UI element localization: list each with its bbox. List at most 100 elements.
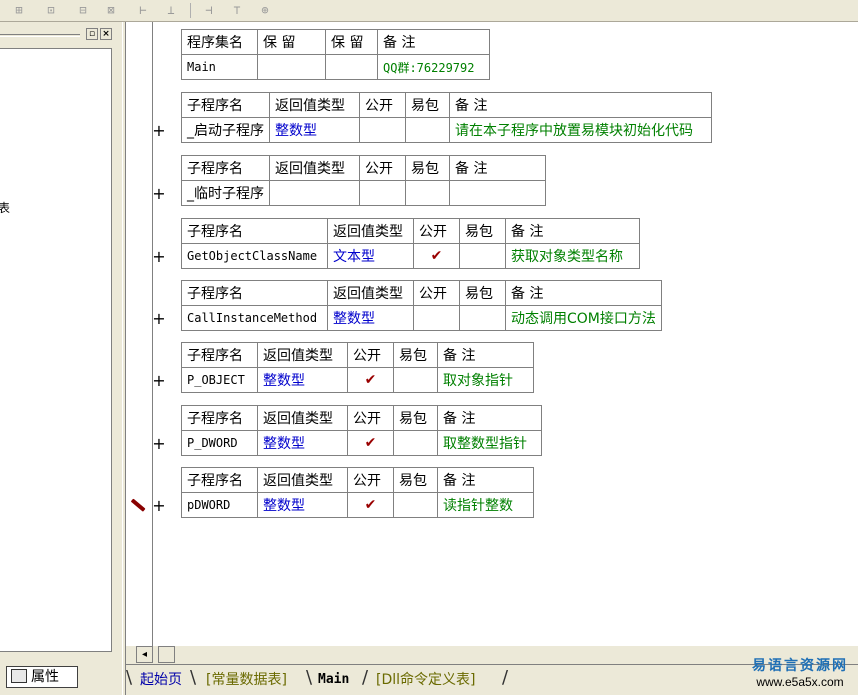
project-tree-area[interactable]: 表 xyxy=(0,48,112,652)
tab-divider: / xyxy=(362,667,369,688)
expand-icon[interactable]: + xyxy=(152,371,166,390)
subroutine-name[interactable]: P_DWORD xyxy=(181,430,258,456)
subroutine-name[interactable]: _启动子程序 xyxy=(181,117,270,143)
table-header-row: 子程序名 返回值类型 公开 易包备 注 xyxy=(181,218,640,244)
header-cell: 公开 xyxy=(413,218,460,244)
align-height-icon[interactable]: ⊥ xyxy=(160,1,182,19)
subroutine-remark[interactable] xyxy=(449,180,546,206)
return-type[interactable] xyxy=(269,180,360,206)
return-type[interactable]: 整数型 xyxy=(327,305,414,331)
subroutine-remark[interactable]: 读指针整数 xyxy=(437,492,534,518)
header-cell: 返回值类型 xyxy=(257,467,348,493)
watermark-title: 易语言资源网 xyxy=(752,658,848,674)
subroutine-remark[interactable]: 取整数型指针 xyxy=(437,430,542,456)
close-icon[interactable]: × xyxy=(100,28,112,40)
watermark-url: www.e5a5x.com xyxy=(756,675,844,689)
header-cell: 子程序名 xyxy=(181,92,270,118)
align-width-icon[interactable]: ⊢ xyxy=(132,1,154,19)
subroutine-name[interactable]: P_OBJECT xyxy=(181,367,258,393)
header-cell: 易包 xyxy=(405,155,450,181)
package-flag[interactable] xyxy=(393,430,438,456)
table-row[interactable]: CallInstanceMethod 整数型 动态调用COM接口方法 xyxy=(181,305,662,331)
toolbar-separator xyxy=(190,3,191,18)
table-row[interactable]: GetObjectClassName 文本型 ✔ 获取对象类型名称 xyxy=(181,243,640,269)
expand-icon[interactable]: + xyxy=(152,247,166,266)
properties-tab[interactable]: 属性 xyxy=(6,666,78,688)
tab-start-page[interactable]: 起始页 xyxy=(140,669,182,691)
package-flag[interactable] xyxy=(459,305,506,331)
package-flag[interactable] xyxy=(405,117,450,143)
tab-main[interactable]: Main xyxy=(318,669,349,691)
expand-icon[interactable]: + xyxy=(152,434,166,453)
subroutine-name[interactable]: _临时子程序 xyxy=(181,180,270,206)
reserved-cell[interactable] xyxy=(257,54,326,80)
size-height-icon[interactable]: ⊤ xyxy=(226,1,248,19)
subroutine-remark[interactable]: 动态调用COM接口方法 xyxy=(505,305,662,331)
table-row[interactable]: _启动子程序 整数型 请在本子程序中放置易模块初始化代码 xyxy=(181,117,712,143)
header-cell: 备 注 xyxy=(505,218,640,244)
scroll-thumb[interactable] xyxy=(158,646,175,663)
size-both-icon[interactable]: ⊕ xyxy=(254,1,276,19)
subroutine-table: 子程序名 返回值类型 公开 易包备 注 CallInstanceMethod 整数型 动态调… xyxy=(181,280,662,331)
package-flag[interactable] xyxy=(405,180,450,206)
layout-b-icon[interactable]: ⊡ xyxy=(40,1,62,19)
header-cell: 子程序名 xyxy=(181,467,258,493)
panel-grip[interactable] xyxy=(0,34,80,37)
table-row[interactable]: P_DWORD 整数型 ✔ 取整数型指针 xyxy=(181,430,542,456)
subroutine-name[interactable]: CallInstanceMethod xyxy=(181,305,328,331)
header-cell: 易包 xyxy=(459,218,506,244)
header-cell: 公开 xyxy=(359,92,406,118)
header-cell: 易包 xyxy=(393,342,438,368)
expand-icon[interactable]: + xyxy=(152,121,166,140)
table-row[interactable]: Main QQ群:76229792 xyxy=(181,54,490,80)
return-type[interactable]: 整数型 xyxy=(257,492,348,518)
assembly-remark[interactable]: QQ群:76229792 xyxy=(377,54,490,80)
public-flag[interactable]: ✔ xyxy=(347,492,394,518)
scroll-left-icon[interactable]: ◂ xyxy=(136,646,153,663)
header-cell: 易包 xyxy=(405,92,450,118)
tab-main-label: Main xyxy=(318,672,350,687)
expand-icon[interactable]: + xyxy=(152,309,166,328)
return-type[interactable]: 整数型 xyxy=(269,117,360,143)
layout-d-icon[interactable]: ⊠ xyxy=(100,1,122,19)
return-type[interactable]: 整数型 xyxy=(257,367,348,393)
package-flag[interactable] xyxy=(393,367,438,393)
public-flag[interactable]: ✔ xyxy=(347,430,394,456)
tab-dll-commands[interactable]: [Dll命令定义表] xyxy=(376,669,475,691)
subroutine-table: 子程序名 返回值类型 公开 易包备 注 P_OBJECT 整数型 ✔ 取对象指针 xyxy=(181,342,534,393)
table-row[interactable]: P_OBJECT 整数型 ✔ 取对象指针 xyxy=(181,367,534,393)
size-width-icon[interactable]: ⊣ xyxy=(198,1,220,19)
restore-icon[interactable]: ▫ xyxy=(86,28,98,40)
public-flag[interactable] xyxy=(359,180,406,206)
public-flag[interactable]: ✔ xyxy=(347,367,394,393)
package-flag[interactable] xyxy=(393,492,438,518)
public-flag[interactable]: ✔ xyxy=(413,243,460,269)
table-row[interactable]: pDWORD 整数型 ✔ 读指针整数 xyxy=(181,492,534,518)
expand-icon[interactable]: + xyxy=(152,496,166,515)
subroutine-remark[interactable]: 获取对象类型名称 xyxy=(505,243,640,269)
public-flag[interactable] xyxy=(413,305,460,331)
header-cell: 备 注 xyxy=(437,467,534,493)
reserved-cell[interactable] xyxy=(325,54,378,80)
return-type[interactable]: 文本型 xyxy=(327,243,414,269)
subroutine-name[interactable]: pDWORD xyxy=(181,492,258,518)
subroutine-name[interactable]: GetObjectClassName xyxy=(181,243,328,269)
tab-constants[interactable]: [常量数据表] xyxy=(206,669,287,691)
header-cell: 子程序名 xyxy=(181,280,328,306)
table-row[interactable]: _临时子程序 xyxy=(181,180,546,206)
layout-c-icon[interactable]: ⊟ xyxy=(72,1,94,19)
expand-icon[interactable]: + xyxy=(152,184,166,203)
subroutine-table: 子程序名 返回值类型 公开 易包备 注 pDWORD 整数型 ✔ 读指针整数 xyxy=(181,467,534,518)
header-cell: 公开 xyxy=(347,405,394,431)
public-flag[interactable] xyxy=(359,117,406,143)
subroutine-remark[interactable]: 取对象指针 xyxy=(437,367,534,393)
header-cell: 子程序名 xyxy=(181,155,270,181)
assembly-name[interactable]: Main xyxy=(181,54,258,80)
package-flag[interactable] xyxy=(459,243,506,269)
left-panel: ▫ × 表 属性 xyxy=(0,22,122,695)
subroutine-remark[interactable]: 请在本子程序中放置易模块初始化代码 xyxy=(449,117,712,143)
return-type[interactable]: 整数型 xyxy=(257,430,348,456)
panel-scrollbar[interactable] xyxy=(112,48,120,652)
layout-a-icon[interactable]: ⊞ xyxy=(8,1,30,19)
header-cell: 返回值类型 xyxy=(327,218,414,244)
